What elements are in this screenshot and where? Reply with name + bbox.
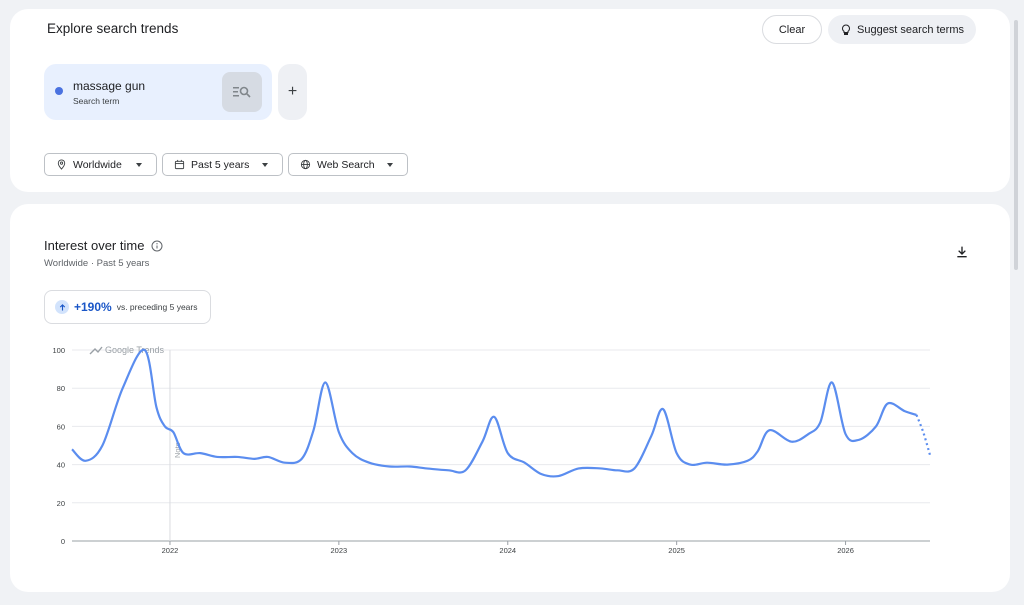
x-tick-label: 2026 <box>837 546 854 555</box>
x-tick-label: 2025 <box>668 546 685 555</box>
series-line-0 <box>71 348 917 478</box>
y-tick-label: 80 <box>57 384 65 393</box>
x-tick-label: 2023 <box>331 546 348 555</box>
y-tick-label: 0 <box>61 537 65 546</box>
y-tick-label: 20 <box>57 499 65 508</box>
interest-line-chart: 0204060801002022 2023 2024 2025 2026NoteGoog… <box>52 345 932 555</box>
series-partial-line-0 <box>915 414 932 456</box>
scrollbar[interactable] <box>1014 20 1018 270</box>
y-tick-label: 60 <box>57 422 65 431</box>
y-tick-label: 40 <box>57 461 65 470</box>
x-tick-label: 2022 <box>162 546 179 555</box>
y-tick-label: 100 <box>52 346 65 355</box>
x-tick-label: 2024 <box>499 546 516 555</box>
watermark: Google Trends <box>105 345 165 355</box>
